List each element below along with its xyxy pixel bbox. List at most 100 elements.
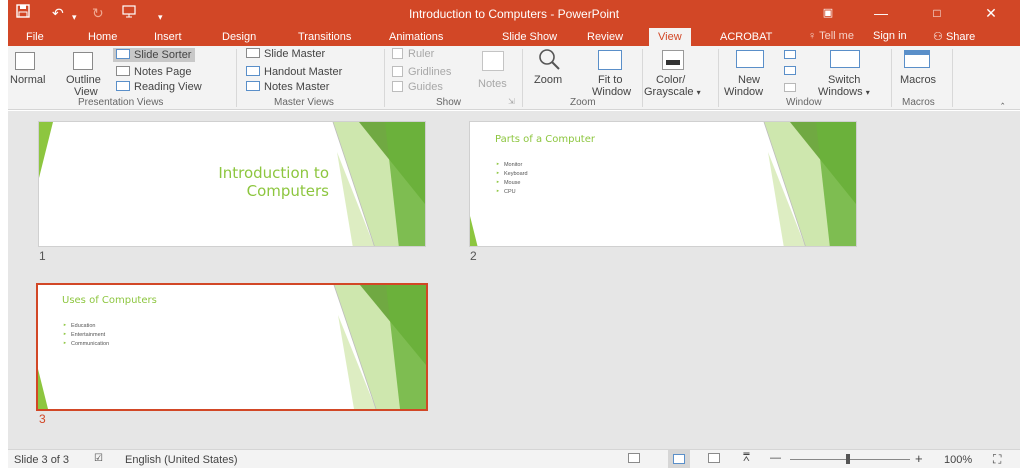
bullet-item: CPU xyxy=(496,187,528,196)
group-label-macros: Macros xyxy=(902,97,935,108)
zoom-in-button[interactable]: + xyxy=(915,451,923,466)
status-bar: Slide 3 of 3 ☑ English (United States) ⩞… xyxy=(8,449,1020,468)
switch-windows-button[interactable]: Switch xyxy=(828,74,860,86)
minimize-button[interactable]: — xyxy=(868,3,894,23)
group-label-window: Window xyxy=(786,97,822,108)
handout-master-icon xyxy=(246,66,260,76)
slide-thumbnail-1[interactable]: Introduction to Computers xyxy=(38,121,426,247)
tab-file[interactable]: File xyxy=(26,30,44,44)
color-grayscale-label-2: Grayscale ▾ xyxy=(644,86,701,98)
checkbox-icon xyxy=(392,66,403,77)
normal-view-icon[interactable] xyxy=(15,52,35,70)
outline-view-icon[interactable] xyxy=(73,52,93,70)
slide-sorter-button[interactable]: Slide Sorter xyxy=(113,48,196,62)
bullet-item: Mouse xyxy=(496,178,528,187)
notes-master-button[interactable]: Notes Master xyxy=(246,81,329,93)
notes-page-icon xyxy=(116,66,130,76)
reading-view-status-icon[interactable] xyxy=(708,453,720,465)
reading-view-button[interactable]: Reading View xyxy=(116,81,202,93)
slide-master-button[interactable]: Slide Master xyxy=(246,48,325,60)
slide-count[interactable]: Slide 3 of 3 xyxy=(14,454,69,466)
ribbon-display-options-icon[interactable]: ▣ xyxy=(815,3,841,23)
tab-transitions[interactable]: Transitions xyxy=(298,30,351,44)
new-window-icon[interactable] xyxy=(736,50,764,68)
new-window-button[interactable]: New xyxy=(738,74,760,86)
zoom-level[interactable]: 100% xyxy=(944,454,972,466)
lightbulb-icon: ♀ xyxy=(808,30,817,42)
tab-animations[interactable]: Animations xyxy=(389,30,443,44)
tab-review[interactable]: Review xyxy=(587,30,623,44)
group-separator xyxy=(952,49,953,107)
outline-view-button[interactable]: Outline xyxy=(66,74,101,86)
share-person-icon: ⚇ xyxy=(933,31,943,43)
slide-title: Introduction to Computers xyxy=(218,164,329,200)
zoom-slider-track[interactable] xyxy=(790,459,910,460)
handout-master-button[interactable]: Handout Master xyxy=(246,66,342,78)
slide-bullets: Monitor Keyboard Mouse CPU xyxy=(496,160,528,196)
tell-me-search[interactable]: ♀ Tell me xyxy=(808,30,854,42)
slide-sorter-status-icon[interactable] xyxy=(668,450,690,468)
close-button[interactable]: ✕ xyxy=(978,3,1004,23)
switch-windows-icon[interactable] xyxy=(830,50,860,68)
sign-in-link[interactable]: Sign in xyxy=(873,30,907,42)
group-separator xyxy=(384,49,385,107)
zoom-icon[interactable] xyxy=(538,48,562,75)
group-separator xyxy=(718,49,719,107)
color-grayscale-button[interactable]: Color/ xyxy=(656,74,685,86)
tab-slide-show[interactable]: Slide Show xyxy=(502,30,557,44)
arrange-all-icon[interactable] xyxy=(784,50,796,59)
slide-sorter-icon xyxy=(116,49,130,59)
notes-button[interactable]: Notes xyxy=(478,78,507,90)
slide-thumbnail-2[interactable]: Parts of a Computer Monitor Keyboard Mou… xyxy=(469,121,857,247)
slide-thumbnail-3[interactable]: Uses of Computers Education Entertainmen… xyxy=(36,283,428,411)
spell-check-icon[interactable]: ☑ xyxy=(94,453,103,464)
chevron-down-icon: ▾ xyxy=(696,88,701,97)
normal-view-button[interactable]: Normal xyxy=(10,74,45,86)
color-grayscale-icon[interactable] xyxy=(662,50,684,70)
group-separator xyxy=(891,49,892,107)
slide-number: 2 xyxy=(470,249,477,263)
fit-to-window-button[interactable]: Fit to xyxy=(598,74,622,86)
fit-to-window-label-2: Window xyxy=(592,86,632,98)
slide-sorter-area: Introduction to Computers 1 Parts of a C… xyxy=(8,111,1020,449)
language-indicator[interactable]: English (United States) xyxy=(125,454,238,466)
tab-design[interactable]: Design xyxy=(222,30,256,44)
ribbon-tabs: File Home Insert Design Transitions Anim… xyxy=(8,28,1020,46)
notes-icon[interactable] xyxy=(482,51,504,71)
maximize-button[interactable]: □ xyxy=(924,3,950,23)
slide-number: 3 xyxy=(39,412,46,426)
guides-checkbox[interactable]: Guides xyxy=(392,81,443,93)
notes-page-button[interactable]: Notes Page xyxy=(116,66,191,78)
slide-show-status-icon[interactable]: ⩞ xyxy=(743,452,750,465)
tab-insert[interactable]: Insert xyxy=(154,30,182,44)
checkbox-icon xyxy=(392,48,403,59)
ruler-checkbox[interactable]: Ruler xyxy=(392,48,434,60)
bullet-item: Monitor xyxy=(496,160,528,169)
slide-bullets: Education Entertainment Communication xyxy=(63,321,109,348)
show-dialog-launcher-icon[interactable]: ⇲ xyxy=(508,97,515,106)
zoom-out-button[interactable]: — xyxy=(770,452,781,464)
tab-view[interactable]: View xyxy=(649,28,691,46)
collapse-ribbon-icon[interactable]: ‸ xyxy=(1001,94,1004,105)
group-separator xyxy=(236,49,237,107)
bullet-item: Entertainment xyxy=(63,330,109,339)
macros-icon[interactable] xyxy=(904,50,930,68)
zoom-button[interactable]: Zoom xyxy=(534,74,562,86)
share-button[interactable]: ⚇ Share xyxy=(933,30,975,43)
normal-view-status-icon[interactable] xyxy=(628,453,640,465)
reading-view-icon xyxy=(116,81,130,91)
move-split-icon[interactable] xyxy=(784,83,796,92)
slide-master-icon xyxy=(246,48,260,58)
bullet-item: Education xyxy=(63,321,109,330)
macros-button[interactable]: Macros xyxy=(900,74,936,86)
cascade-icon[interactable] xyxy=(784,66,796,75)
zoom-slider-thumb[interactable] xyxy=(846,454,850,464)
slide-number: 1 xyxy=(39,249,46,263)
title-bar: ↶ ▾ ↻ ▾ Introduction to Computers - Powe… xyxy=(8,0,1020,28)
tab-acrobat[interactable]: ACROBAT xyxy=(720,30,772,44)
fit-to-window-icon[interactable] xyxy=(598,50,622,70)
tab-home[interactable]: Home xyxy=(88,30,117,44)
group-label-master-views: Master Views xyxy=(274,97,334,108)
fit-slide-to-window-icon[interactable]: ⛶ xyxy=(993,452,1001,467)
gridlines-checkbox[interactable]: Gridlines xyxy=(392,66,451,78)
